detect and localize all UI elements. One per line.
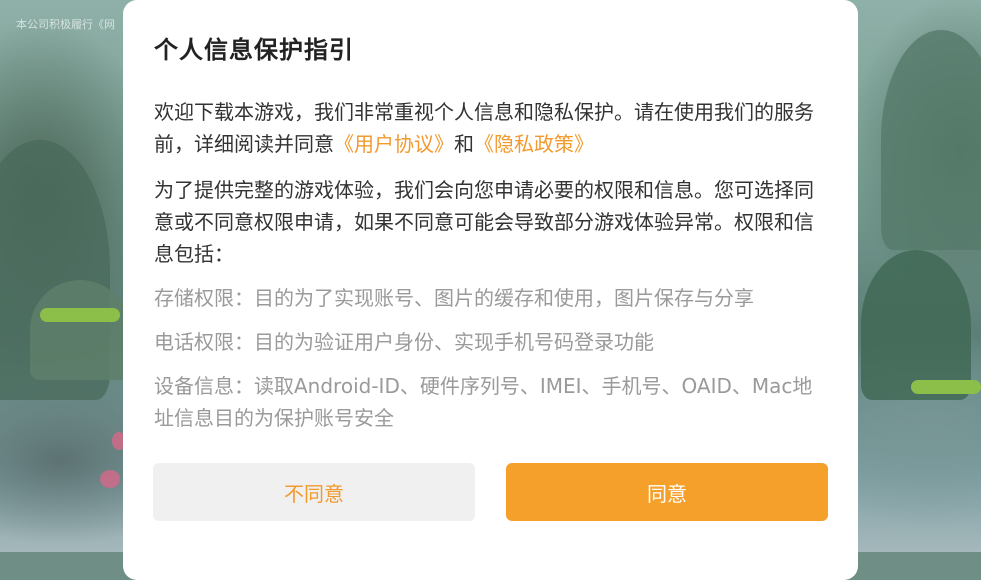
background-mountain — [861, 250, 971, 400]
and-text: 和 — [454, 132, 474, 156]
agree-button[interactable]: 同意 — [506, 463, 828, 521]
intro-paragraph: 欢迎下载本游戏，我们非常重视个人信息和隐私保护。请在使用我们的服务前，详细阅读并… — [154, 96, 829, 160]
background-notice-text: 本公司积极履行《网 — [16, 18, 115, 31]
background-grass — [40, 308, 120, 322]
user-agreement-link[interactable]: 《用户协议》 — [334, 132, 454, 156]
permission-storage: 存储权限：目的为了实现账号、图片的缓存和使用，图片保存与分享 — [154, 286, 754, 310]
privacy-dialog: 个人信息保护指引 欢迎下载本游戏，我们非常重视个人信息和隐私保护。请在使用我们的… — [123, 0, 858, 580]
permission-phone: 电话权限：目的为验证用户身份、实现手机号码登录功能 — [154, 330, 654, 354]
dialog-content: 欢迎下载本游戏，我们非常重视个人信息和隐私保护。请在使用我们的服务前，详细阅读并… — [154, 96, 829, 434]
disagree-button[interactable]: 不同意 — [153, 463, 475, 521]
permission-device-info: 设备信息：读取Android-ID、硬件序列号、IMEI、手机号、OAID、Ma… — [154, 374, 813, 430]
dialog-title: 个人信息保护指引 — [154, 36, 354, 64]
background-grass — [911, 380, 981, 394]
background-blossom — [100, 470, 120, 488]
background-mountain — [30, 280, 130, 380]
background-mountain — [881, 30, 981, 250]
permissions-intro: 为了提供完整的游戏体验，我们会向您申请必要的权限和信息。您可选择同意或不同意权限… — [154, 178, 814, 266]
privacy-policy-link[interactable]: 《隐私政策》 — [474, 132, 594, 156]
